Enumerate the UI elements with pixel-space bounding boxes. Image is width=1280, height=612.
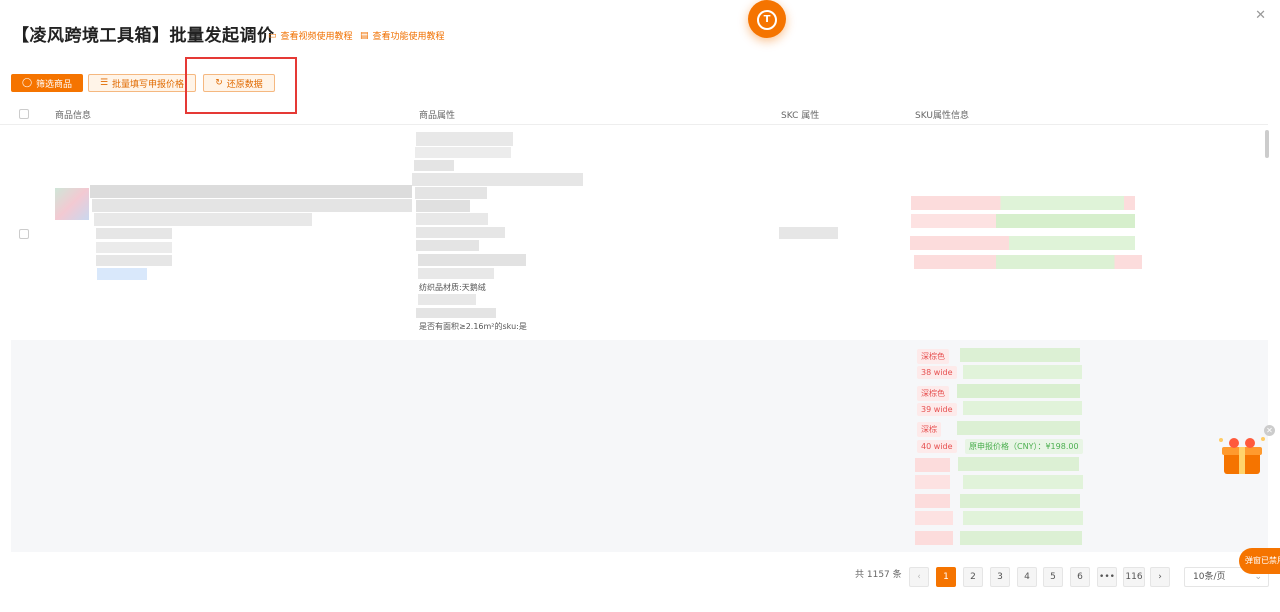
attr-blur xyxy=(416,308,496,318)
select-all-checkbox[interactable] xyxy=(19,109,29,119)
total-count: 共 1157 条 xyxy=(855,570,902,580)
page-button-last[interactable]: 116 xyxy=(1123,567,1145,587)
attr-blur xyxy=(415,187,487,199)
page-button-6[interactable]: 6 xyxy=(1070,567,1090,587)
attr-blur xyxy=(418,268,494,279)
attr-blur xyxy=(416,213,488,225)
product-meta-blur xyxy=(96,255,172,266)
page-button-5[interactable]: 5 xyxy=(1043,567,1063,587)
doc-tutorial-link[interactable]: ▤ 查看功能使用教程 xyxy=(360,29,445,43)
row-checkbox[interactable] xyxy=(19,229,29,239)
close-icon[interactable]: ✕ xyxy=(1264,425,1275,436)
page-button-4[interactable]: 4 xyxy=(1017,567,1037,587)
prev-page-button[interactable]: ‹ xyxy=(909,567,929,587)
sku-blur xyxy=(915,458,950,472)
filter-products-label: 筛选商品 xyxy=(36,79,73,90)
column-skc-attributes: SKC 属性 xyxy=(781,111,820,121)
app-logo[interactable]: T xyxy=(748,0,786,38)
attr-blur xyxy=(418,254,526,266)
product-thumbnail xyxy=(55,188,89,220)
sku-blur xyxy=(963,365,1082,379)
sku-blur xyxy=(960,494,1080,508)
filter-products-button[interactable]: ◯ 筛选商品 xyxy=(11,74,83,92)
attr-blur xyxy=(416,200,470,212)
gift-box-icon[interactable] xyxy=(1216,434,1268,478)
attr-blur xyxy=(412,173,583,186)
attr-material-text: 纺织品材质:天鹅绒 xyxy=(419,283,486,292)
sku-size-tag: 38 wide xyxy=(917,366,957,379)
sku-blur xyxy=(915,475,950,489)
attr-blur xyxy=(416,132,513,146)
sku-blur xyxy=(911,196,1135,210)
sku-blur xyxy=(957,421,1080,435)
page-button-2[interactable]: 2 xyxy=(963,567,983,587)
sku-blur xyxy=(911,214,1135,228)
product-title-blur xyxy=(94,213,312,226)
original-price-tag: 原申报价格（CNY）：¥198.00 xyxy=(965,439,1083,454)
column-product-info: 商品信息 xyxy=(55,111,92,121)
sku-blur xyxy=(915,494,950,508)
sliders-icon: ☰ xyxy=(99,78,109,88)
page-title: 【凌风跨境工具箱】批量发起调价 xyxy=(12,26,275,46)
table-header: 商品信息 商品属性 SKC 属性 SKU属性信息 xyxy=(0,104,1268,125)
page-ellipsis[interactable]: ••• xyxy=(1097,567,1117,587)
skc-blur xyxy=(779,227,838,239)
search-icon: ◯ xyxy=(21,78,33,88)
sku-blur xyxy=(958,457,1079,471)
sku-color-tag: 深棕 xyxy=(917,422,941,437)
column-sku-info: SKU属性信息 xyxy=(915,111,969,121)
batch-fill-price-button[interactable]: ☰ 批量填写申报价格 xyxy=(88,74,196,92)
product-meta-blur xyxy=(96,242,172,253)
product-meta-blur xyxy=(96,228,172,239)
attr-blur xyxy=(416,227,505,238)
video-icon: ▭ xyxy=(268,30,277,41)
vertical-scrollbar[interactable] xyxy=(1265,130,1269,158)
video-tutorial-label: 查看视频使用教程 xyxy=(280,32,353,42)
sku-blur xyxy=(960,348,1080,362)
sku-blur xyxy=(960,531,1082,545)
logo-icon: T xyxy=(757,10,777,30)
video-tutorial-link[interactable]: ▭ 查看视频使用教程 xyxy=(268,29,353,43)
attr-area-text: 是否有面积≥2.16m²的sku:是 xyxy=(419,322,527,331)
document-icon: ▤ xyxy=(360,30,369,41)
next-page-button[interactable]: › xyxy=(1150,567,1170,587)
sku-blur xyxy=(910,236,1135,250)
attr-blur xyxy=(414,160,454,171)
sku-blur xyxy=(963,475,1083,489)
doc-tutorial-label: 查看功能使用教程 xyxy=(372,32,445,42)
attr-blur xyxy=(415,147,511,158)
product-tag-blur xyxy=(97,268,147,280)
sku-blur xyxy=(915,531,953,545)
popup-disabled-tab[interactable]: 弹窗已禁用 xyxy=(1239,548,1280,574)
sku-size-tag: 40 wide xyxy=(917,440,957,453)
attr-blur xyxy=(416,240,479,251)
sku-size-tag: 39 wide xyxy=(917,403,957,416)
sku-blur xyxy=(963,511,1083,525)
product-title-blur xyxy=(90,185,412,198)
page-button-3[interactable]: 3 xyxy=(990,567,1010,587)
close-icon[interactable]: ✕ xyxy=(1255,8,1266,23)
sku-blur xyxy=(915,511,953,525)
page-size-value: 10条/页 xyxy=(1193,572,1226,582)
attr-blur xyxy=(418,294,476,305)
sku-blur xyxy=(957,384,1080,398)
column-product-attributes: 商品属性 xyxy=(419,111,456,121)
sku-blur xyxy=(963,401,1082,415)
sku-color-tag: 深棕色 xyxy=(917,386,949,401)
product-title-blur xyxy=(92,199,412,212)
sku-blur xyxy=(914,255,1142,269)
batch-fill-price-label: 批量填写申报价格 xyxy=(112,79,185,90)
page-button-1[interactable]: 1 xyxy=(936,567,956,587)
sku-color-tag: 深棕色 xyxy=(917,349,949,364)
